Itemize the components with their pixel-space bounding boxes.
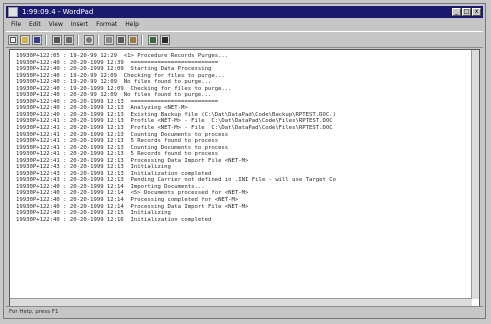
toolbar bbox=[6, 31, 483, 48]
cut-icon[interactable] bbox=[104, 34, 114, 45]
close-button[interactable]: x bbox=[472, 8, 481, 16]
toolbar-separator bbox=[45, 34, 47, 45]
find-icon[interactable] bbox=[84, 34, 94, 45]
window-title: 1:99:09.4 - WordPad bbox=[22, 8, 94, 16]
log-text: 19930P+122:05 : 19-20-99 12:29 <1> Proce… bbox=[16, 53, 336, 223]
copy-icon[interactable] bbox=[116, 34, 126, 45]
log-line: 19930P+122:41 : 20-20-1999 12:13 Profile… bbox=[16, 125, 333, 132]
maximize-button[interactable]: □ bbox=[462, 8, 471, 16]
log-line: 19930P+122:43 : 20-20-1999 12:13 Pending… bbox=[16, 177, 336, 184]
toolbar-separator bbox=[97, 34, 99, 45]
paste-icon[interactable] bbox=[128, 34, 138, 45]
screenshot-root: 1:99:09.4 - WordPad _ □ x File Edit View… bbox=[0, 0, 491, 324]
date-time-icon[interactable] bbox=[160, 34, 170, 45]
minimize-button[interactable]: _ bbox=[452, 8, 461, 16]
log-line: 19930P+122:40 : 20-20-1999 12:16 Initial… bbox=[16, 216, 212, 223]
toolbar-separator bbox=[141, 34, 143, 45]
open-icon[interactable] bbox=[20, 34, 30, 45]
menu-file[interactable]: File bbox=[11, 21, 21, 28]
undo-icon[interactable] bbox=[148, 34, 158, 45]
wordpad-window: 1:99:09.4 - WordPad _ □ x File Edit View… bbox=[3, 3, 486, 319]
title-bar[interactable]: 1:99:09.4 - WordPad _ □ x bbox=[6, 6, 483, 18]
vertical-scrollbar[interactable] bbox=[471, 50, 479, 299]
save-icon[interactable] bbox=[32, 34, 42, 45]
menu-edit[interactable]: Edit bbox=[29, 21, 41, 28]
horizontal-scrollbar[interactable] bbox=[10, 298, 472, 306]
menu-format[interactable]: Format bbox=[96, 21, 117, 28]
status-bar: For Help, press F1 bbox=[6, 306, 483, 316]
toolbar-separator bbox=[77, 34, 79, 45]
menu-bar: File Edit View Insert Format Help bbox=[6, 19, 483, 30]
menu-help[interactable]: Help bbox=[125, 21, 139, 28]
menu-view[interactable]: View bbox=[49, 21, 63, 28]
window-controls: _ □ x bbox=[452, 8, 481, 16]
status-text: For Help, press F1 bbox=[9, 308, 59, 315]
menu-insert[interactable]: Insert bbox=[71, 21, 88, 28]
new-icon[interactable] bbox=[8, 34, 18, 45]
document-area[interactable]: 19930P+122:05 : 19-20-99 12:29 <1> Proce… bbox=[9, 49, 480, 307]
print-icon[interactable] bbox=[52, 34, 62, 45]
print-preview-icon[interactable] bbox=[64, 34, 74, 45]
wordpad-app-icon[interactable] bbox=[8, 7, 18, 17]
